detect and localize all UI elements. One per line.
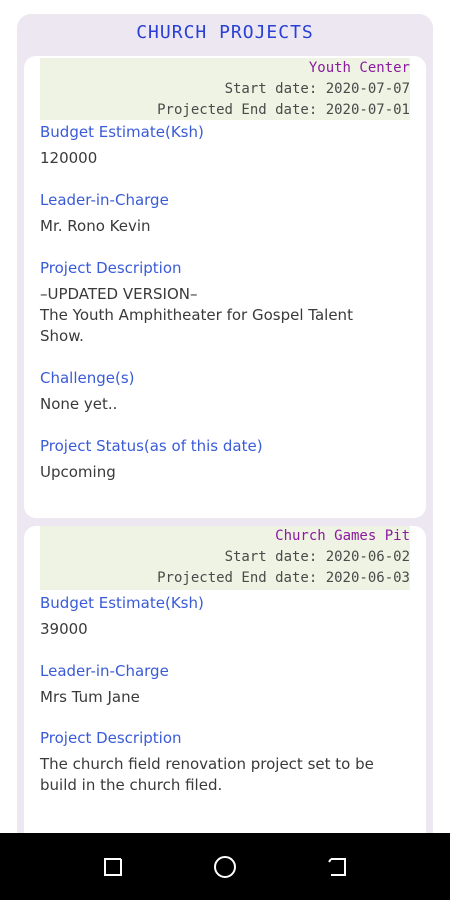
description-line-1: –UPDATED VERSION–	[40, 285, 198, 303]
system-navigation-bar	[0, 833, 450, 900]
recents-icon[interactable]	[99, 853, 127, 881]
challenges-value: None yet..	[40, 395, 118, 413]
leader-label: Leader-in-Charge	[40, 662, 169, 680]
page-title: CHURCH PROJECTS	[136, 22, 314, 43]
description-line-2: The Youth Amphitheater for Gospel Talent…	[40, 306, 353, 345]
back-icon[interactable]	[323, 853, 351, 881]
description-label: Project Description	[40, 729, 182, 747]
project-card-youth-center[interactable]: Youth Center Start date: 2020-07-07 Proj…	[24, 56, 426, 518]
challenges-label: Challenge(s)	[40, 369, 135, 387]
leader-label: Leader-in-Charge	[40, 191, 169, 209]
project-header: Youth Center Start date: 2020-07-07 Proj…	[40, 58, 410, 120]
status-label: Project Status(as of this date)	[40, 437, 263, 455]
end-date: Projected End date: 2020-06-03	[157, 570, 410, 586]
project-card-church-games-pit[interactable]: Church Games Pit Start date: 2020-06-02 …	[24, 526, 426, 846]
project-name: Youth Center	[308, 60, 410, 76]
start-date: Start date: 2020-06-02	[224, 549, 410, 565]
project-header: Church Games Pit Start date: 2020-06-02 …	[40, 526, 410, 590]
start-date: Start date: 2020-07-07	[224, 81, 410, 97]
project-name: Church Games Pit	[275, 528, 410, 544]
leader-value: Mr. Rono Kevin	[40, 217, 151, 235]
end-date: Projected End date: 2020-07-01	[157, 102, 410, 118]
budget-label: Budget Estimate(Ksh)	[40, 594, 204, 612]
budget-label: Budget Estimate(Ksh)	[40, 123, 204, 141]
description-value: The church field renovation project set …	[40, 755, 374, 794]
leader-value: Mrs Tum Jane	[40, 688, 140, 706]
status-value: Upcoming	[40, 463, 116, 481]
description-label: Project Description	[40, 259, 182, 277]
home-icon[interactable]	[211, 853, 239, 881]
screen: CHURCH PROJECTS Youth Center Start date:…	[0, 0, 450, 900]
budget-value: 120000	[40, 149, 98, 167]
budget-value: 39000	[40, 620, 88, 638]
